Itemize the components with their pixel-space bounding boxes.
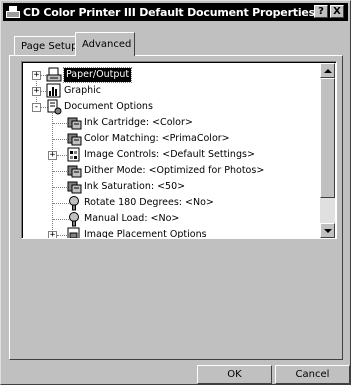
tree-item-label: Manual Load: <No> — [84, 213, 180, 224]
tab-label: Page Setup — [21, 40, 78, 52]
tree-item-label: Paper/Output — [62, 67, 133, 83]
tree-item-paper-output[interactable]: + Paper/Output — [22, 67, 322, 83]
collapse-icon[interactable]: - — [32, 103, 41, 112]
settings-icon — [67, 181, 82, 194]
tree-item-ink-cartridge[interactable]: Ink Cartridge: <Color> — [22, 115, 322, 131]
tree-item-graphic[interactable]: + Graphic — [22, 83, 322, 99]
tree-scrollbar[interactable] — [320, 63, 335, 238]
tab-page-setup[interactable]: Page Setup — [14, 36, 78, 55]
expand-icon[interactable]: + — [32, 71, 41, 80]
tree-item-rotate-180[interactable]: Rotate 180 Degrees: <No> — [22, 195, 322, 211]
tree-item-label: Image Controls: <Default Settings> — [84, 149, 255, 160]
image-placement-icon — [67, 227, 80, 238]
arrow-down-icon — [323, 228, 332, 233]
scroll-down-button[interactable] — [320, 223, 335, 238]
tree-item-ink-saturation[interactable]: Ink Saturation: <50> — [22, 179, 322, 195]
scroll-up-button[interactable] — [320, 63, 335, 78]
tab-label: Advanced — [82, 39, 132, 50]
tree-item-label: Document Options — [64, 101, 153, 112]
expand-icon[interactable]: + — [48, 151, 57, 160]
option-icon — [69, 212, 79, 227]
tree-item-label: Dither Mode: <Optimized for Photos> — [84, 165, 265, 176]
tree-item-label: Color Matching: <PrimaColor> — [84, 133, 230, 144]
tree-item-label: Ink Saturation: <50> — [84, 181, 186, 192]
image-controls-icon — [67, 147, 80, 162]
tree-item-color-matching[interactable]: Color Matching: <PrimaColor> — [22, 131, 322, 147]
properties-dialog: CD Color Printer III Default Document Pr… — [0, 0, 351, 385]
option-icon — [69, 196, 79, 211]
settings-tree[interactable]: + Paper/Output + Graphic - Document Opti… — [21, 61, 337, 239]
help-button[interactable]: ? — [314, 5, 328, 18]
printer-icon — [6, 6, 20, 18]
scroll-thumb[interactable] — [320, 78, 335, 198]
title-bar[interactable]: CD Color Printer III Default Document Pr… — [3, 3, 348, 21]
tree-item-dither-mode[interactable]: Dither Mode: <Optimized for Photos> — [22, 163, 322, 179]
graphic-icon — [46, 83, 61, 98]
cancel-button[interactable]: Cancel — [275, 365, 350, 384]
arrow-up-icon — [323, 68, 332, 73]
window-title: CD Color Printer III Default Document Pr… — [23, 5, 316, 19]
tree-item-image-placement[interactable]: + Image Placement Options — [22, 227, 322, 239]
close-button[interactable]: X — [330, 5, 344, 18]
tree-item-manual-load[interactable]: Manual Load: <No> — [22, 211, 322, 227]
tree-item-label: Ink Cartridge: <Color> — [84, 117, 193, 128]
tree-item-image-controls[interactable]: + Image Controls: <Default Settings> — [22, 147, 322, 163]
settings-icon — [67, 117, 82, 130]
expand-icon[interactable]: + — [32, 87, 41, 96]
document-options-icon — [47, 99, 62, 115]
settings-icon — [67, 165, 82, 178]
tab-advanced[interactable]: Advanced — [75, 32, 135, 56]
settings-icon — [67, 133, 82, 146]
tree-item-document-options[interactable]: - Document Options — [22, 99, 322, 115]
tree-item-label: Rotate 180 Degrees: <No> — [84, 197, 214, 208]
paper-output-icon — [46, 67, 62, 82]
expand-icon[interactable]: + — [48, 231, 57, 238]
ok-button[interactable]: OK — [197, 365, 272, 384]
tree-item-label: Graphic — [64, 85, 102, 96]
tree-item-label: Image Placement Options — [84, 229, 207, 239]
